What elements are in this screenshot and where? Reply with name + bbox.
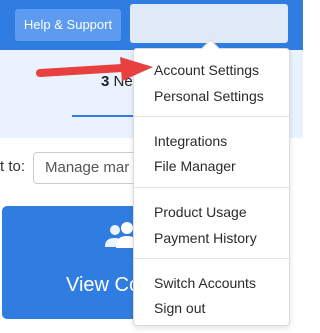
menu-item-file-manager[interactable]: File Manager <box>154 158 236 174</box>
menu-divider <box>134 116 289 117</box>
page: Help & Support 3 Ne t to: Manage mar Vie… <box>0 0 303 333</box>
annotation-arrow-icon <box>36 57 153 81</box>
help-support-button[interactable]: Help & Support <box>15 9 121 41</box>
view-contacts-label: View Co <box>66 274 141 296</box>
menu-item-account-settings[interactable]: Account Settings <box>154 62 259 78</box>
menu-item-sign-out[interactable]: Sign out <box>154 300 205 316</box>
account-menu-button[interactable] <box>130 4 288 43</box>
menu-item-integrations[interactable]: Integrations <box>154 133 227 149</box>
menu-divider <box>134 187 289 188</box>
menu-divider <box>134 258 289 259</box>
assign-to-label: t to: <box>0 158 26 175</box>
menu-item-switch-accounts[interactable]: Switch Accounts <box>154 275 256 291</box>
top-nav-bar: Help & Support <box>0 0 303 50</box>
active-tab-indicator <box>72 115 134 117</box>
menu-item-personal-settings[interactable]: Personal Settings <box>154 88 264 104</box>
menu-item-product-usage[interactable]: Product Usage <box>154 204 247 220</box>
menu-item-payment-history[interactable]: Payment History <box>154 230 257 246</box>
